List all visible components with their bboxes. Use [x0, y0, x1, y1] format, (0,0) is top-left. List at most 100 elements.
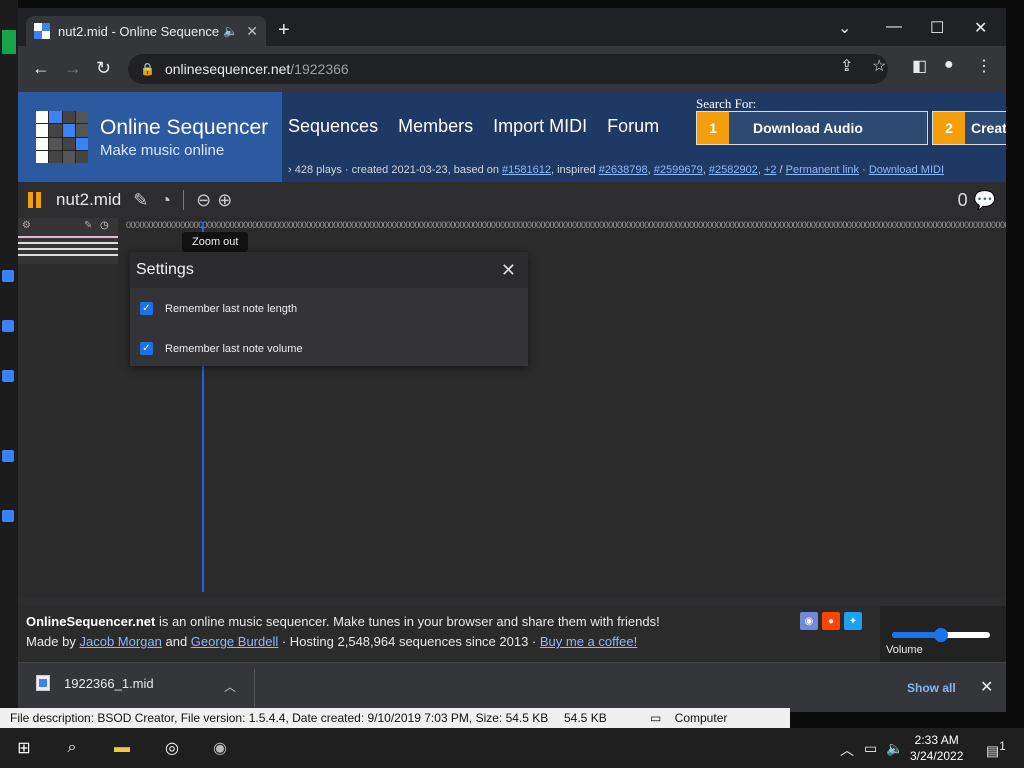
edit-icon[interactable]: ✎	[133, 190, 148, 211]
twitter-icon[interactable]: ✦	[844, 612, 862, 630]
comment-count[interactable]: 0 💬	[958, 190, 996, 211]
ad-label: Creat	[971, 120, 1006, 136]
track-line	[18, 248, 118, 250]
inspired-link[interactable]: #2582902	[709, 164, 758, 176]
search-icon[interactable]: ⌕	[60, 736, 84, 760]
tab-search-icon[interactable]: ⌄	[838, 18, 851, 38]
inspired-label: , inspired	[551, 164, 599, 176]
discord-icon[interactable]: ◉	[800, 612, 818, 630]
setting-remember-length[interactable]: ✓ Remember last note length	[140, 302, 297, 315]
side-panel-icon[interactable]: ◧	[912, 56, 927, 76]
desktop-icon	[2, 270, 14, 282]
minimize-button[interactable]: —	[886, 18, 902, 36]
nav-members[interactable]: Members	[398, 116, 473, 137]
desktop: nut2.mid - Online Sequencer 🔈 ✕ + ⌄ — ☐ …	[0, 0, 1024, 768]
tray-chevron-icon[interactable]: ︿	[840, 740, 854, 760]
checkbox-checked-icon[interactable]: ✓	[140, 342, 153, 355]
pause-icon[interactable]	[28, 192, 42, 208]
chevron-right-icon[interactable]: ›	[288, 164, 292, 176]
notification-count: 1	[999, 740, 1006, 753]
menu-kebab-icon[interactable]: ⋮	[976, 56, 992, 76]
new-tab-button[interactable]: +	[278, 20, 290, 40]
nav-sequences[interactable]: Sequences	[288, 116, 378, 137]
show-all-button[interactable]: Show all	[907, 681, 956, 695]
author-link[interactable]: George Burdell	[191, 634, 278, 649]
download-shelf: 1922366_1.mid ︿ Show all ✕	[18, 662, 1006, 712]
lock-icon[interactable]: 🔒	[140, 62, 155, 76]
hosting-text: · Hosting 2,548,964 sequences since 2013…	[278, 634, 540, 649]
windows-start-icon[interactable]: ⊞	[12, 736, 36, 760]
reload-button[interactable]: ↻	[96, 58, 111, 78]
speedometer-icon[interactable]: ◔	[160, 190, 171, 211]
site-logo[interactable]: Online Sequencer Make music online	[18, 92, 282, 182]
timeline-ruler[interactable]: 0000000000000000000000000000000000000000…	[126, 220, 1006, 232]
chrome-icon[interactable]: ◎	[160, 736, 184, 760]
desktop-icon	[2, 320, 14, 332]
close-icon[interactable]: ✕	[501, 260, 516, 281]
desktop-app-icon	[2, 30, 16, 54]
nav-import-midi[interactable]: Import MIDI	[493, 116, 587, 137]
piano-roll[interactable]: ⚙ ✎ ◷ 0000000000000000000000000000000000…	[18, 218, 1006, 598]
instrument-panel[interactable]: ⚙ ✎ ◷	[18, 218, 118, 264]
inspired-more-link[interactable]: +2	[764, 164, 777, 176]
zoom-out-icon[interactable]: ⊖	[196, 190, 211, 211]
gear-icon[interactable]: ⚙	[22, 220, 31, 231]
download-midi-link[interactable]: Download MIDI	[869, 164, 944, 176]
inspired-link[interactable]: #2638798	[599, 164, 648, 176]
close-window-button[interactable]: ✕	[974, 18, 987, 38]
checkbox-checked-icon[interactable]: ✓	[140, 302, 153, 315]
share-icon[interactable]: ⇪	[840, 56, 853, 76]
bookmark-star-icon[interactable]: ☆	[872, 56, 886, 76]
ad-download-audio-button[interactable]: 1 Download Audio	[696, 111, 928, 145]
profile-icon[interactable]: ●	[944, 56, 954, 74]
volume-icon[interactable]: 🔈	[886, 740, 903, 757]
inspired-link[interactable]: #2599679	[654, 164, 703, 176]
maximize-button[interactable]: ☐	[930, 18, 944, 38]
and-text: and	[161, 634, 191, 649]
back-button[interactable]: ←	[32, 58, 50, 78]
sequence-title: nut2.mid	[56, 190, 122, 209]
setting-remember-volume[interactable]: ✓ Remember last note volume	[140, 342, 303, 355]
close-shelf-icon[interactable]: ✕	[980, 677, 993, 697]
system-clock[interactable]: 2:33 AM 3/24/2022	[910, 732, 963, 764]
notification-center-icon[interactable]: ▤1	[986, 740, 1006, 760]
setting-label: Remember last note volume	[165, 342, 303, 355]
author-link[interactable]: Jacob Morgan	[79, 634, 161, 649]
network-icon[interactable]: ▭	[864, 740, 877, 757]
tab-close-icon[interactable]: ✕	[246, 23, 258, 40]
zoom-in-icon[interactable]: ⊕	[217, 190, 232, 211]
nav-forum[interactable]: Forum	[607, 116, 659, 137]
ad-create-button[interactable]: 2 Creat	[932, 111, 1006, 145]
reddit-icon[interactable]: ●	[822, 612, 840, 630]
chevron-up-icon[interactable]: ︿	[224, 678, 236, 695]
made-by-label: Made by	[26, 634, 80, 649]
download-item[interactable]: 1922366_1.mid	[36, 675, 154, 691]
file-size: 54.5 KB	[564, 711, 607, 725]
volume-slider[interactable]	[892, 628, 990, 642]
pencil-icon[interactable]: ✎	[84, 220, 92, 231]
forward-button[interactable]: →	[64, 58, 82, 78]
desktop-icon	[2, 450, 14, 462]
file-explorer-icon[interactable]: ▬	[110, 736, 134, 760]
volume-handle[interactable]	[934, 628, 948, 642]
audio-playing-icon[interactable]: 🔈	[223, 24, 238, 38]
ad-number: 1	[697, 112, 729, 144]
address-bar[interactable]: 🔒 onlinesequencer.net /1922366	[128, 54, 888, 84]
browser-tab[interactable]: nut2.mid - Online Sequencer 🔈 ✕	[26, 16, 266, 46]
clock-time: 2:33 AM	[914, 733, 959, 747]
tab-title: nut2.mid - Online Sequencer	[58, 23, 220, 39]
site-header: Online Sequencer Make music online Seque…	[18, 92, 1006, 182]
shelf-divider	[254, 669, 255, 707]
comment-count-value: 0	[957, 189, 968, 210]
coffee-link[interactable]: Buy me a coffee!	[540, 634, 637, 649]
plays-created-text: 428 plays · created 2021-03-23, based on	[294, 164, 503, 176]
clock-date: 3/24/2022	[910, 749, 964, 763]
download-filename: 1922366_1.mid	[64, 675, 154, 691]
media-app-icon[interactable]: ◉	[208, 736, 232, 760]
zoom-out-tooltip: Zoom out	[182, 232, 249, 252]
ad-label: Download Audio	[753, 120, 863, 136]
permanent-link[interactable]: Permanent link	[786, 164, 859, 176]
track-line	[18, 254, 118, 256]
clock-icon[interactable]: ◷	[100, 220, 109, 231]
based-on-link[interactable]: #1581612	[502, 164, 551, 176]
